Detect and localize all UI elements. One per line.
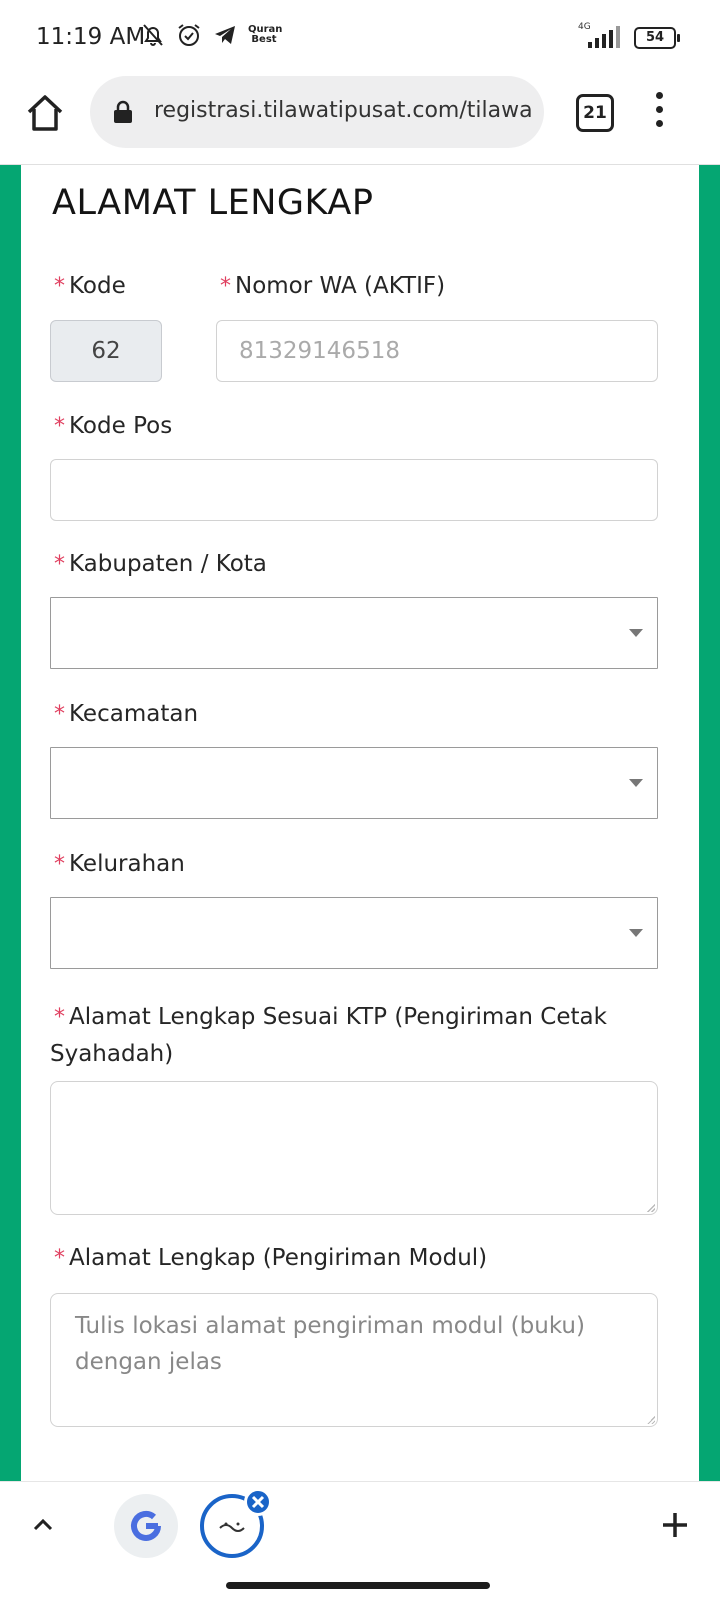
home-icon[interactable] (24, 92, 66, 134)
new-tab-icon[interactable] (660, 1510, 690, 1540)
close-tab-icon[interactable] (244, 1488, 272, 1516)
tab-thumbnail-google[interactable] (114, 1494, 178, 1558)
address-bar[interactable]: registrasi.tilawatipusat.com/tilawa (90, 76, 544, 148)
gesture-area (0, 1569, 720, 1600)
kecamatan-label: * Kecamatan (54, 701, 199, 727)
resize-handle[interactable] (647, 1204, 655, 1212)
dropdown-caret-icon (629, 929, 643, 937)
dropdown-caret-icon (629, 779, 643, 787)
alamat-modul-label: * Alamat Lengkap (Pengiriman Modul) (54, 1245, 488, 1271)
required-mark: * (54, 1005, 65, 1030)
status-time: 11:19 AM (36, 24, 146, 50)
alarm-icon (178, 24, 200, 46)
green-border-right (699, 165, 720, 1481)
kode-pos-input[interactable] (50, 459, 658, 521)
status-bar: 11:19 AM Quran Best 4G 54 (0, 0, 720, 76)
tab-switcher-button[interactable]: 21 (576, 94, 614, 132)
chevron-up-icon[interactable] (32, 1514, 54, 1536)
green-border-left (0, 165, 21, 1481)
wa-label: * Nomor WA (AKTIF) (220, 273, 446, 299)
kelurahan-label: * Kelurahan (54, 851, 185, 877)
battery-icon: 54 (634, 27, 680, 49)
quran-best-icon: Quran Best (248, 24, 283, 45)
alamat-modul-textarea[interactable]: Tulis lokasi alamat pengiriman modul (bu… (50, 1293, 658, 1427)
telegram-icon (215, 26, 235, 44)
signal-icon: 4G (578, 22, 622, 50)
browser-toolbar: registrasi.tilawatipusat.com/tilawa 21 (0, 76, 720, 165)
required-mark: * (54, 414, 65, 439)
kabupaten-select[interactable] (50, 597, 658, 669)
dropdown-caret-icon (629, 629, 643, 637)
bell-muted-icon (143, 24, 163, 46)
google-logo-icon (131, 1510, 161, 1541)
required-mark: * (54, 852, 65, 877)
kelurahan-select[interactable] (50, 897, 658, 969)
alamat-ktp-label: * Alamat Lengkap Sesuai KTP (Pengiriman C… (50, 1004, 607, 1067)
section-title: ALAMAT LENGKAP (52, 183, 374, 223)
country-code-field: 62 (50, 320, 162, 382)
more-options-icon[interactable] (652, 92, 666, 132)
required-mark: * (54, 702, 65, 727)
lock-icon[interactable] (112, 100, 134, 124)
tab-strip (0, 1481, 720, 1570)
kabupaten-label: * Kabupaten / Kota (54, 551, 267, 577)
alamat-ktp-textarea[interactable] (50, 1081, 658, 1215)
required-mark: * (54, 1246, 65, 1271)
registration-form: ALAMAT LENGKAP * Kode * Nomor WA (AKTIF) 6… (0, 165, 720, 1481)
kode-label: * Kode (54, 273, 126, 299)
required-mark: * (54, 552, 65, 577)
wa-number-placeholder: 81329146518 (239, 338, 400, 364)
wa-number-input[interactable]: 81329146518 (216, 320, 658, 382)
required-mark: * (54, 274, 65, 299)
kode-pos-label: * Kode Pos (54, 413, 173, 439)
resize-handle[interactable] (647, 1416, 655, 1424)
kecamatan-select[interactable] (50, 747, 658, 819)
home-gesture-bar[interactable] (226, 1582, 490, 1589)
alamat-modul-placeholder: Tulis lokasi alamat pengiriman modul (bu… (75, 1313, 585, 1375)
url-text[interactable]: registrasi.tilawatipusat.com/tilawa (154, 98, 534, 123)
required-mark: * (220, 274, 231, 299)
